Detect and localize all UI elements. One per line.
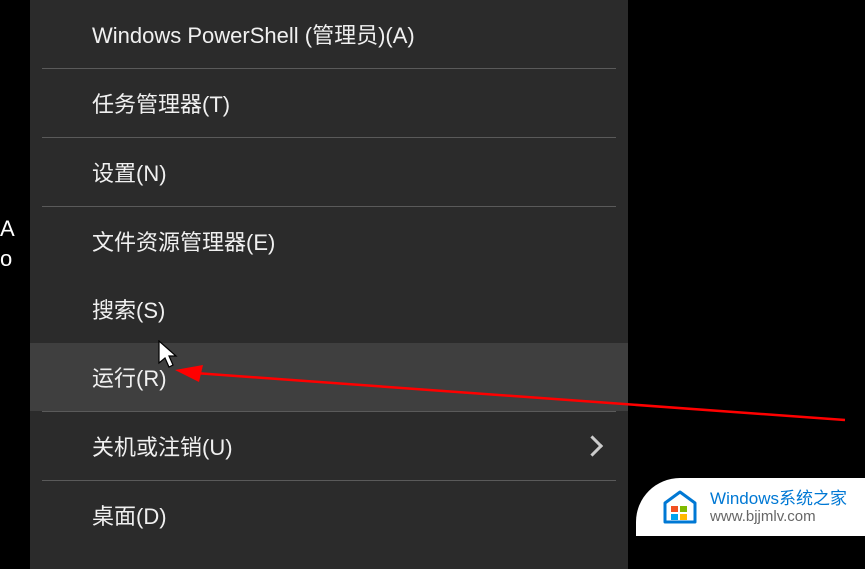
menu-item-label: 搜索(S) — [92, 298, 165, 323]
menu-item-label: 文件资源管理器(E) — [92, 230, 275, 255]
menu-item-file-explorer[interactable]: 文件资源管理器(E) — [30, 207, 628, 275]
menu-item-task-manager[interactable]: 任务管理器(T) — [30, 69, 628, 137]
watermark-logo-icon — [660, 488, 700, 528]
menu-item-label: 设置(N) — [92, 161, 167, 186]
menu-item-label: 桌面(D) — [92, 504, 167, 529]
menu-item-run[interactable]: 运行(R) — [30, 343, 628, 411]
watermark-badge: Windows系统之家 www.bjjmlv.com — [636, 478, 865, 536]
menu-item-label: Windows PowerShell (管理员)(A) — [92, 23, 415, 48]
menu-item-powershell-admin[interactable]: Windows PowerShell (管理员)(A) — [30, 0, 628, 68]
text-fragment: o — [0, 244, 15, 274]
menu-item-label: 运行(R) — [92, 366, 167, 391]
watermark-title: Windows系统之家 — [710, 490, 847, 509]
menu-item-search[interactable]: 搜索(S) — [30, 275, 628, 343]
menu-item-shutdown-signout[interactable]: 关机或注销(U) — [30, 412, 628, 480]
watermark-text: Windows系统之家 www.bjjmlv.com — [710, 490, 847, 525]
text-fragment: A — [0, 214, 15, 244]
menu-item-settings[interactable]: 设置(N) — [30, 138, 628, 206]
menu-item-label: 任务管理器(T) — [92, 92, 230, 117]
winx-context-menu: Windows PowerShell (管理员)(A) 任务管理器(T) 设置(… — [30, 0, 628, 569]
menu-item-desktop[interactable]: 桌面(D) — [30, 481, 628, 549]
cropped-background-text: A o — [0, 214, 15, 274]
watermark-url: www.bjjmlv.com — [710, 509, 847, 526]
menu-item-label: 关机或注销(U) — [92, 435, 233, 460]
